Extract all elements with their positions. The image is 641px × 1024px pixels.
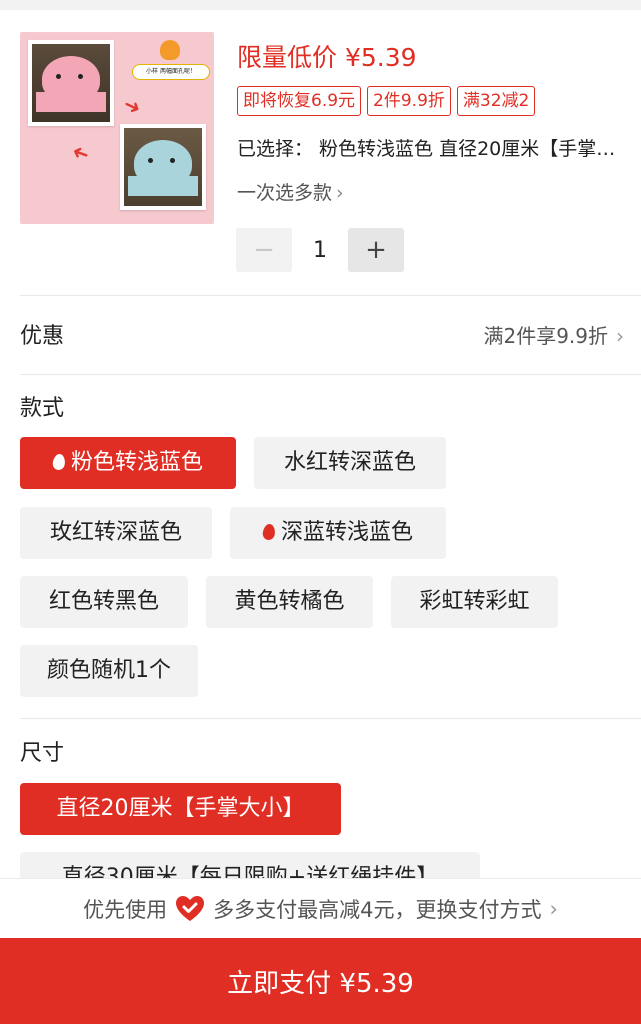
promotion-label: 优惠 <box>20 324 65 349</box>
style-option-rose-to-dark-blue[interactable]: 玫红转深蓝色 <box>20 507 212 559</box>
multi-select-label: 一次选多款 <box>237 182 333 204</box>
price-title: 限量低价 ¥5.39 <box>237 43 417 72</box>
product-image[interactable]: 小样 两幅面孔呢！ ➜ ➜ <box>20 32 214 224</box>
chevron-right-icon: › <box>336 182 344 204</box>
increase-button[interactable]: + <box>348 228 404 272</box>
style-option-rainbow[interactable]: 彩虹转彩虹 <box>391 576 558 628</box>
pay-hint-text: 多多支付最高减4元，更换支付方式 <box>213 898 542 922</box>
size-section-title: 尺寸 <box>20 741 65 766</box>
tag-restore-price: 即将恢复6.9元 <box>237 86 362 116</box>
multi-select-link[interactable]: 一次选多款 › <box>237 178 344 205</box>
style-option-red-to-black[interactable]: 红色转黑色 <box>20 576 188 628</box>
heart-shield-icon <box>175 895 205 923</box>
divider <box>20 374 641 375</box>
size-option-20cm[interactable]: 直径20厘米【手掌大小】 <box>20 783 341 835</box>
decrease-button[interactable]: − <box>236 228 292 272</box>
tag-discount: 2件9.9折 <box>367 86 451 116</box>
flame-icon <box>261 523 277 541</box>
selected-summary: 已选择： 粉色转浅蓝色 直径20厘米【手掌大小】 <box>237 138 627 160</box>
style-option-dark-blue-to-light-blue[interactable]: 深蓝转浅蓝色 <box>230 507 446 559</box>
style-section-title: 款式 <box>20 396 65 421</box>
flame-icon <box>51 453 67 471</box>
top-strip <box>0 0 641 10</box>
promotion-value-text: 满2件享9.9折 <box>483 324 608 348</box>
promotion-value: 满2件享9.9折 › <box>483 320 624 349</box>
style-option-pink-to-light-blue[interactable]: 粉色转浅蓝色 <box>20 437 236 489</box>
promotion-row[interactable]: 优惠 满2件享9.9折 › <box>20 296 624 374</box>
chevron-right-icon: › <box>616 324 624 348</box>
style-option-water-red-to-dark-blue[interactable]: 水红转深蓝色 <box>254 437 446 489</box>
chevron-right-icon: › <box>549 897 558 921</box>
pay-now-button[interactable]: 立即支付 ¥5.39 <box>0 938 641 1024</box>
blue-octopus-photo <box>120 124 206 210</box>
arrow-left-icon: ➜ <box>68 139 93 169</box>
arrow-right-icon: ➜ <box>119 91 146 121</box>
pink-octopus-photo <box>28 40 114 126</box>
divider <box>20 718 641 719</box>
pay-hint-prefix: 优先使用 <box>83 898 168 922</box>
tag-full-reduction: 满32减2 <box>456 86 536 116</box>
promo-tags: 即将恢复6.9元 2件9.9折 满32减2 <box>237 86 536 116</box>
quantity-stepper: − 1 + <box>236 228 404 272</box>
payment-method-hint[interactable]: 优先使用 多多支付最高减4元，更换支付方式 › <box>0 878 641 939</box>
style-option-random[interactable]: 颜色随机1个 <box>20 645 198 697</box>
image-speech-bubble: 小样 两幅面孔呢！ <box>132 64 210 80</box>
mascot-icon <box>160 40 180 60</box>
quantity-value[interactable]: 1 <box>292 238 348 263</box>
style-option-yellow-to-orange[interactable]: 黄色转橘色 <box>206 576 373 628</box>
